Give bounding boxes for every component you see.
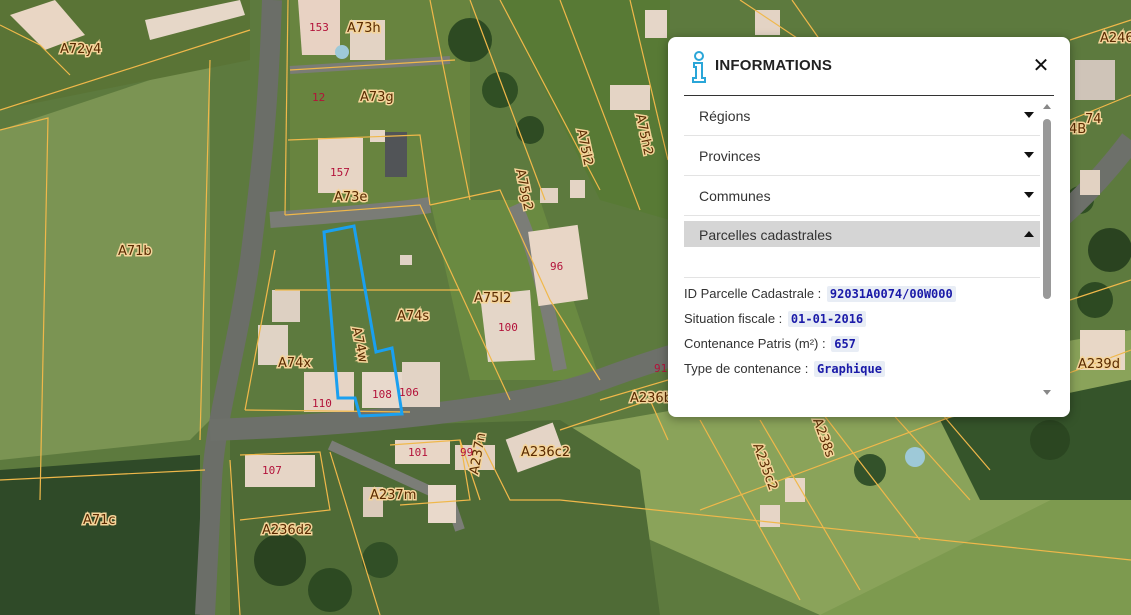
parcel-label: A239d [1078, 357, 1120, 372]
house-number: 110 [312, 397, 332, 410]
field-label: Situation fiscale : [684, 311, 783, 326]
field-row: Situation fiscale : 01-01-2016 [684, 311, 1040, 336]
accordion-communes[interactable]: Communes [684, 176, 1040, 216]
house-number: 157 [330, 166, 350, 179]
informations-panel: INFORMATIONS ✕ Régions Provinces Commune… [668, 37, 1070, 417]
field-label: Type de contenance : [684, 361, 809, 376]
house-number: 12 [312, 91, 325, 104]
parcel-label: A74s [397, 309, 429, 324]
house-number: 153 [309, 21, 329, 34]
house-number: 106 [399, 386, 419, 399]
parcel-label: A237m [370, 488, 416, 503]
parcel-label: 4B [1069, 122, 1086, 137]
house-number: 101 [408, 446, 428, 459]
house-number: 107 [262, 464, 282, 477]
caret-down-icon [1024, 112, 1034, 118]
parcel-label: A72y4 [60, 42, 101, 57]
panel-title: INFORMATIONS [715, 57, 833, 74]
field-row: ID Parcelle Cadastrale : 92031A0074/00W0… [684, 286, 1040, 311]
house-number: 96 [550, 260, 563, 273]
house-number: 91 [654, 362, 667, 375]
accordion-regions[interactable]: Régions [684, 96, 1040, 136]
field-label: ID Parcelle Cadastrale : [684, 286, 822, 301]
parcel-label: A246 [1100, 31, 1131, 46]
accordion-spacer [684, 247, 1040, 278]
caret-down-icon [1024, 192, 1034, 198]
field-row: Contenance Patris (m²) : 657 [684, 336, 1040, 361]
parcel-label: A236c2 [521, 445, 570, 460]
caret-up-icon [1024, 231, 1034, 237]
parcel-label: A71c [83, 513, 116, 528]
parcel-label: A73g [360, 90, 394, 105]
field-value: 01-01-2016 [787, 311, 867, 327]
accordion-label: Parcelles cadastrales [699, 227, 833, 243]
scroll-down-icon[interactable] [1043, 390, 1051, 395]
parcel-label: A73h [347, 21, 381, 36]
scroll-thumb[interactable] [1043, 119, 1051, 299]
parcel-label: A236d2 [262, 523, 312, 538]
parcel-label: A73e [334, 190, 367, 205]
parcel-label: A236b [630, 391, 672, 406]
parcel-label: 74 [1085, 112, 1102, 127]
field-value: 657 [831, 336, 859, 352]
house-number: 108 [372, 388, 392, 401]
accordion-parcelles-cadastrales[interactable]: Parcelles cadastrales [684, 221, 1040, 247]
scroll-up-icon[interactable] [1043, 104, 1051, 109]
field-label: Contenance Patris (m²) : [684, 336, 826, 351]
accordion-label: Provinces [699, 148, 761, 164]
info-icon [692, 51, 706, 83]
field-row: Type de contenance : Graphique [684, 361, 1040, 386]
accordion-label: Communes [699, 188, 771, 204]
panel-body: Régions Provinces Communes Parcelles cad… [684, 96, 1040, 401]
parcel-details: ID Parcelle Cadastrale : 92031A0074/00W0… [684, 278, 1040, 386]
parcel-label: A75l2 [474, 291, 511, 306]
caret-down-icon [1024, 152, 1034, 158]
close-icon[interactable]: ✕ [1030, 54, 1052, 76]
house-number: 100 [498, 321, 518, 334]
house-number: 99 [460, 446, 473, 459]
parcel-label: A71b [118, 244, 152, 259]
panel-scrollbar[interactable] [1042, 104, 1052, 400]
panel-header: INFORMATIONS ✕ [684, 37, 1054, 96]
accordion-provinces[interactable]: Provinces [684, 136, 1040, 176]
parcel-label: A74x [278, 356, 311, 371]
accordion-label: Régions [699, 108, 751, 124]
field-value: Graphique [813, 361, 885, 377]
field-value: 92031A0074/00W000 [826, 286, 956, 302]
